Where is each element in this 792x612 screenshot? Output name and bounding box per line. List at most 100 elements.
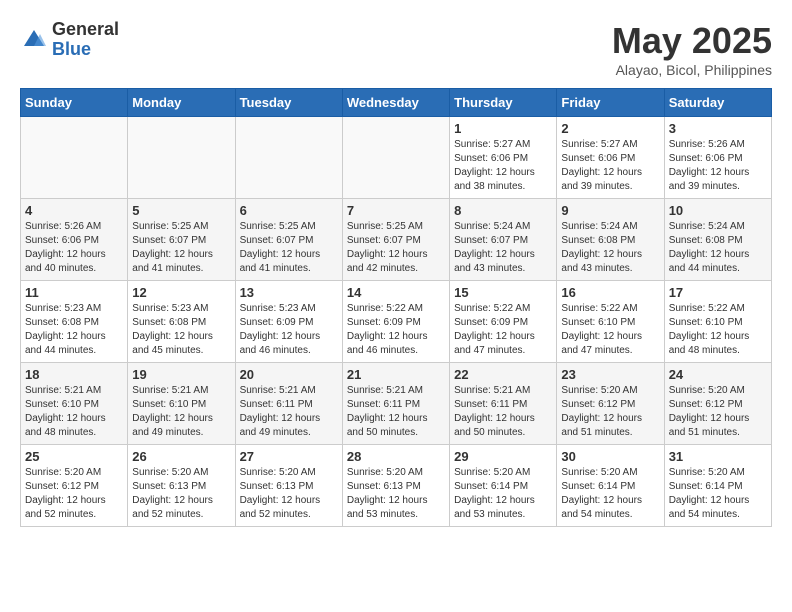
day-info: Sunrise: 5:22 AM Sunset: 6:09 PM Dayligh…: [454, 302, 552, 358]
logo-general-text: General: [52, 20, 119, 40]
day-info: Sunrise: 5:20 AM Sunset: 6:14 PM Dayligh…: [669, 466, 767, 522]
day-info: Sunrise: 5:21 AM Sunset: 6:11 PM Dayligh…: [454, 384, 552, 440]
calendar-header-row: SundayMondayTuesdayWednesdayThursdayFrid…: [21, 89, 772, 117]
day-number: 3: [669, 121, 767, 136]
logo-blue-text: Blue: [52, 40, 119, 60]
calendar-cell: [342, 117, 449, 199]
day-info: Sunrise: 5:21 AM Sunset: 6:11 PM Dayligh…: [347, 384, 445, 440]
calendar-cell: 23 Sunrise: 5:20 AM Sunset: 6:12 PM Dayli…: [557, 363, 664, 445]
day-info: Sunrise: 5:25 AM Sunset: 6:07 PM Dayligh…: [132, 220, 230, 276]
calendar-cell: [128, 117, 235, 199]
calendar-cell: 29 Sunrise: 5:20 AM Sunset: 6:14 PM Dayli…: [450, 445, 557, 527]
calendar-cell: 16 Sunrise: 5:22 AM Sunset: 6:10 PM Dayli…: [557, 281, 664, 363]
day-info: Sunrise: 5:25 AM Sunset: 6:07 PM Dayligh…: [240, 220, 338, 276]
weekday-header: Thursday: [450, 89, 557, 117]
day-info: Sunrise: 5:20 AM Sunset: 6:13 PM Dayligh…: [240, 466, 338, 522]
calendar-cell: 30Sunrise: 5:20 AM Sunset: 6:14 PM Dayli…: [557, 445, 664, 527]
day-info: Sunrise: 5:24 AM Sunset: 6:07 PM Dayligh…: [454, 220, 552, 276]
calendar-cell: 14 Sunrise: 5:22 AM Sunset: 6:09 PM Dayli…: [342, 281, 449, 363]
day-number: 27: [240, 449, 338, 464]
calendar-cell: 18 Sunrise: 5:21 AM Sunset: 6:10 PM Dayli…: [21, 363, 128, 445]
day-number: 4: [25, 203, 123, 218]
calendar-cell: [235, 117, 342, 199]
day-info: Sunrise: 5:25 AM Sunset: 6:07 PM Dayligh…: [347, 220, 445, 276]
calendar-cell: 12Sunrise: 5:23 AM Sunset: 6:08 PM Dayli…: [128, 281, 235, 363]
calendar-cell: 31 Sunrise: 5:20 AM Sunset: 6:14 PM Dayli…: [664, 445, 771, 527]
location-text: Alayao, Bicol, Philippines: [612, 62, 772, 78]
day-number: 29: [454, 449, 552, 464]
day-number: 28: [347, 449, 445, 464]
day-info: Sunrise: 5:20 AM Sunset: 6:14 PM Dayligh…: [454, 466, 552, 522]
calendar-table: SundayMondayTuesdayWednesdayThursdayFrid…: [20, 88, 772, 527]
day-info: Sunrise: 5:26 AM Sunset: 6:06 PM Dayligh…: [25, 220, 123, 276]
weekday-header: Friday: [557, 89, 664, 117]
calendar-cell: 8 Sunrise: 5:24 AM Sunset: 6:07 PM Daylig…: [450, 199, 557, 281]
calendar-cell: 11 Sunrise: 5:23 AM Sunset: 6:08 PM Dayli…: [21, 281, 128, 363]
calendar-cell: 4 Sunrise: 5:26 AM Sunset: 6:06 PM Daylig…: [21, 199, 128, 281]
calendar-cell: 26 Sunrise: 5:20 AM Sunset: 6:13 PM Dayli…: [128, 445, 235, 527]
day-number: 31: [669, 449, 767, 464]
calendar-cell: 9 Sunrise: 5:24 AM Sunset: 6:08 PM Daylig…: [557, 199, 664, 281]
calendar-cell: 27 Sunrise: 5:20 AM Sunset: 6:13 PM Dayli…: [235, 445, 342, 527]
day-number: 10: [669, 203, 767, 218]
calendar-cell: 17 Sunrise: 5:22 AM Sunset: 6:10 PM Dayli…: [664, 281, 771, 363]
calendar-cell: 21Sunrise: 5:21 AM Sunset: 6:11 PM Dayli…: [342, 363, 449, 445]
day-info: Sunrise: 5:23 AM Sunset: 6:09 PM Dayligh…: [240, 302, 338, 358]
calendar-week-row: 4 Sunrise: 5:26 AM Sunset: 6:06 PM Daylig…: [21, 199, 772, 281]
day-number: 18: [25, 367, 123, 382]
weekday-header: Wednesday: [342, 89, 449, 117]
day-number: 13: [240, 285, 338, 300]
calendar-cell: 7 Sunrise: 5:25 AM Sunset: 6:07 PM Daylig…: [342, 199, 449, 281]
day-number: 26: [132, 449, 230, 464]
calendar-week-row: 18 Sunrise: 5:21 AM Sunset: 6:10 PM Dayli…: [21, 363, 772, 445]
day-number: 19: [132, 367, 230, 382]
day-number: 11: [25, 285, 123, 300]
day-number: 8: [454, 203, 552, 218]
day-info: Sunrise: 5:26 AM Sunset: 6:06 PM Dayligh…: [669, 138, 767, 194]
day-number: 17: [669, 285, 767, 300]
title-area: May 2025 Alayao, Bicol, Philippines: [612, 20, 772, 78]
logo: General Blue: [20, 20, 119, 60]
calendar-cell: 24Sunrise: 5:20 AM Sunset: 6:12 PM Dayli…: [664, 363, 771, 445]
day-info: Sunrise: 5:20 AM Sunset: 6:14 PM Dayligh…: [561, 466, 659, 522]
calendar-cell: 10Sunrise: 5:24 AM Sunset: 6:08 PM Dayli…: [664, 199, 771, 281]
day-number: 20: [240, 367, 338, 382]
weekday-header: Monday: [128, 89, 235, 117]
day-info: Sunrise: 5:27 AM Sunset: 6:06 PM Dayligh…: [561, 138, 659, 194]
day-info: Sunrise: 5:20 AM Sunset: 6:12 PM Dayligh…: [25, 466, 123, 522]
day-number: 14: [347, 285, 445, 300]
day-number: 24: [669, 367, 767, 382]
weekday-header: Sunday: [21, 89, 128, 117]
day-number: 1: [454, 121, 552, 136]
weekday-header: Tuesday: [235, 89, 342, 117]
calendar-cell: 6 Sunrise: 5:25 AM Sunset: 6:07 PM Daylig…: [235, 199, 342, 281]
day-info: Sunrise: 5:22 AM Sunset: 6:10 PM Dayligh…: [669, 302, 767, 358]
calendar-cell: 1 Sunrise: 5:27 AM Sunset: 6:06 PM Daylig…: [450, 117, 557, 199]
logo-icon: [20, 26, 48, 54]
day-info: Sunrise: 5:22 AM Sunset: 6:09 PM Dayligh…: [347, 302, 445, 358]
day-number: 2: [561, 121, 659, 136]
day-number: 9: [561, 203, 659, 218]
calendar-week-row: 1 Sunrise: 5:27 AM Sunset: 6:06 PM Daylig…: [21, 117, 772, 199]
calendar-cell: 19Sunrise: 5:21 AM Sunset: 6:10 PM Dayli…: [128, 363, 235, 445]
day-info: Sunrise: 5:22 AM Sunset: 6:10 PM Dayligh…: [561, 302, 659, 358]
day-info: Sunrise: 5:20 AM Sunset: 6:13 PM Dayligh…: [347, 466, 445, 522]
day-info: Sunrise: 5:24 AM Sunset: 6:08 PM Dayligh…: [561, 220, 659, 276]
calendar-cell: 20Sunrise: 5:21 AM Sunset: 6:11 PM Dayli…: [235, 363, 342, 445]
calendar-week-row: 25 Sunrise: 5:20 AM Sunset: 6:12 PM Dayli…: [21, 445, 772, 527]
day-info: Sunrise: 5:20 AM Sunset: 6:13 PM Dayligh…: [132, 466, 230, 522]
day-number: 16: [561, 285, 659, 300]
day-number: 7: [347, 203, 445, 218]
day-number: 23: [561, 367, 659, 382]
day-info: Sunrise: 5:21 AM Sunset: 6:10 PM Dayligh…: [25, 384, 123, 440]
day-number: 5: [132, 203, 230, 218]
day-info: Sunrise: 5:23 AM Sunset: 6:08 PM Dayligh…: [132, 302, 230, 358]
day-info: Sunrise: 5:20 AM Sunset: 6:12 PM Dayligh…: [561, 384, 659, 440]
calendar-cell: 28 Sunrise: 5:20 AM Sunset: 6:13 PM Dayli…: [342, 445, 449, 527]
calendar-cell: 2 Sunrise: 5:27 AM Sunset: 6:06 PM Daylig…: [557, 117, 664, 199]
day-number: 6: [240, 203, 338, 218]
day-info: Sunrise: 5:23 AM Sunset: 6:08 PM Dayligh…: [25, 302, 123, 358]
calendar-cell: 25 Sunrise: 5:20 AM Sunset: 6:12 PM Dayli…: [21, 445, 128, 527]
day-number: 25: [25, 449, 123, 464]
day-info: Sunrise: 5:27 AM Sunset: 6:06 PM Dayligh…: [454, 138, 552, 194]
